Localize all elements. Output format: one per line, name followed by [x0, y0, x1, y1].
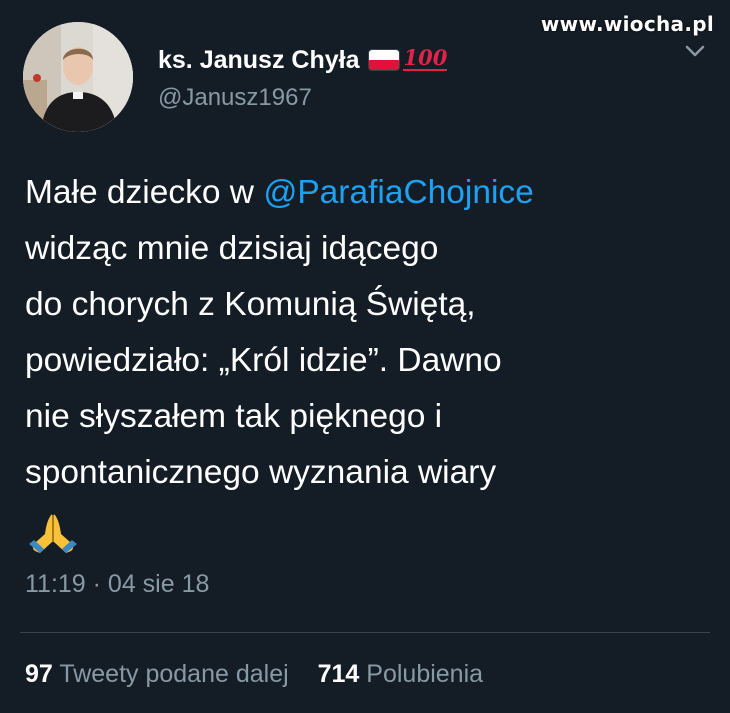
likes-stat[interactable]: 714 Polubienia	[318, 660, 483, 689]
tweet-stats: 97 Tweety podane dalej 714 Polubienia	[25, 660, 505, 689]
tweet-line-5: nie słyszałem tak pięknego i	[25, 398, 443, 435]
mention-link[interactable]: @ParafiaChojnice	[263, 174, 534, 211]
user-handle[interactable]: @Janusz1967	[158, 84, 447, 112]
poland-flag-icon	[369, 50, 400, 70]
tweet-line-1: Małe dziecko w @ParafiaChojnice	[25, 174, 534, 211]
tweet-line-4: powiedziało: „Król idzie”. Dawno	[25, 342, 502, 379]
tweet-text: Małe dziecko w @ParafiaChojnice widząc m…	[25, 165, 715, 501]
tweet-card: www.wiocha.pl ks. Janusz Chyła 100 @Janu…	[0, 0, 730, 713]
tweet-line-6: spontanicznego wyznania wiary	[25, 454, 497, 491]
likes-count: 714	[317, 660, 360, 688]
retweets-label: Tweety podane dalej	[59, 660, 289, 688]
user-info: ks. Janusz Chyła 100 @Janusz1967	[158, 42, 448, 112]
divider	[20, 632, 710, 633]
tweet-timestamp[interactable]: 11:19 · 04 sie 18	[25, 570, 209, 599]
watermark: www.wiocha.pl	[540, 12, 714, 36]
hundred-points-icon: 100	[403, 45, 448, 71]
chevron-down-icon[interactable]	[684, 44, 706, 58]
tweet-line-3: do chorych z Komunią Świętą,	[25, 286, 476, 323]
retweets-stat[interactable]: 97 Tweety podane dalej	[25, 660, 289, 689]
avatar-photo	[23, 22, 133, 132]
likes-label: Polubienia	[366, 660, 484, 688]
retweets-count: 97	[25, 660, 53, 688]
display-name-row: ks. Janusz Chyła 100	[158, 42, 448, 78]
tweet-line-2: widząc mnie dzisiaj idącego	[25, 230, 439, 267]
avatar[interactable]	[23, 22, 133, 132]
display-name[interactable]: ks. Janusz Chyła	[158, 46, 359, 75]
folded-hands-icon	[29, 514, 77, 553]
